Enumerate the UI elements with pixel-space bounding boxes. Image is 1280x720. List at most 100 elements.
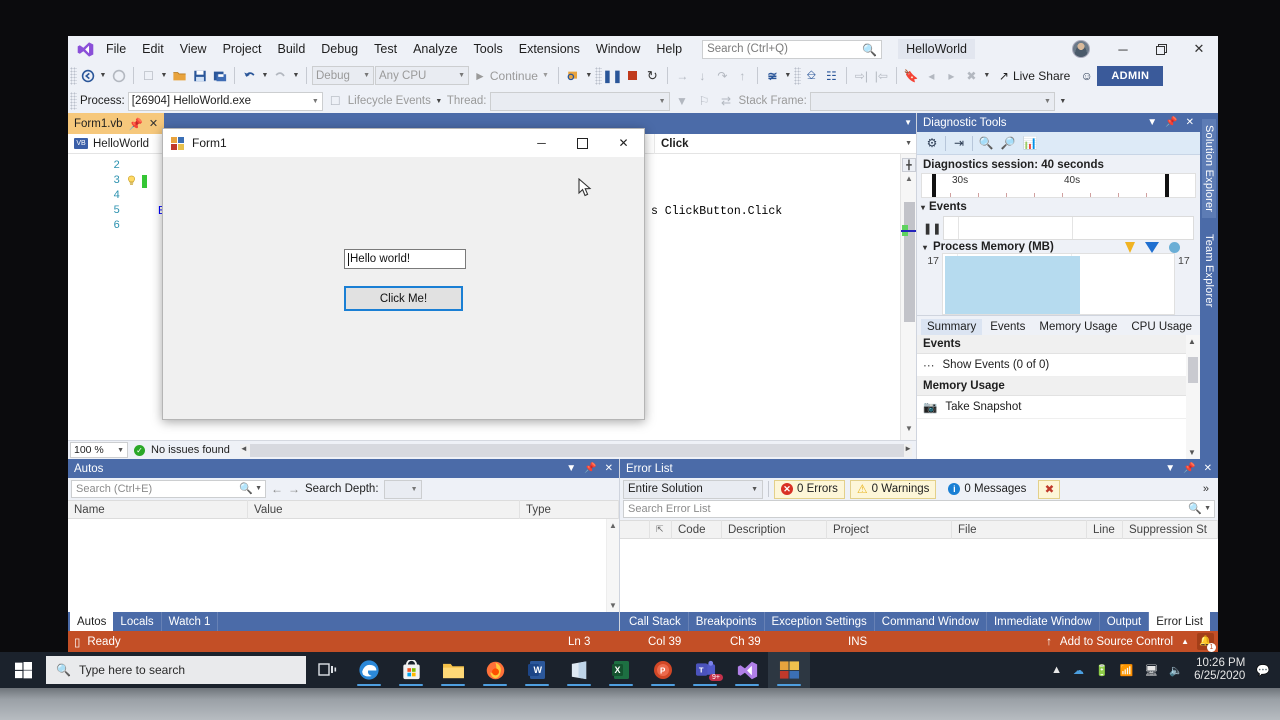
undo-dropdown-icon[interactable]: ▼ (260, 72, 270, 79)
lightbulb-icon[interactable] (126, 175, 137, 186)
thread-combo[interactable]: ▼ (489, 91, 670, 111)
messages-filter-button[interactable]: i 0 Messages (941, 479, 1034, 499)
autos-scrollbar[interactable]: ▲ ▼ (606, 519, 619, 612)
hscrollbar-thumb[interactable] (249, 443, 904, 457)
tab-events[interactable]: Events (984, 319, 1031, 335)
undo-icon[interactable] (240, 66, 259, 86)
continue-button[interactable]: ► Continue ▼ (470, 69, 553, 83)
break-all-icon[interactable]: ❚❚ (602, 66, 622, 86)
editor-horizontal-scrollbar[interactable]: ◄ ► (239, 443, 912, 457)
nav-member-dropdown[interactable]: Click ▼ (654, 133, 916, 154)
restore-button[interactable] (1142, 36, 1180, 62)
reset-view-icon[interactable]: 📊 (1021, 134, 1039, 152)
events-track[interactable] (943, 216, 1194, 240)
scroll-up-icon[interactable]: ▲ (901, 174, 916, 188)
menu-project[interactable]: Project (215, 39, 270, 59)
tab-error-list[interactable]: Error List (1149, 612, 1210, 631)
source-control-upload-icon[interactable]: ↑ (1046, 636, 1052, 648)
column-blank[interactable] (620, 520, 650, 539)
search-prev-icon[interactable]: ← (271, 482, 283, 496)
form1-click-me-button[interactable]: Click Me! (344, 286, 463, 311)
taskbar-word-icon[interactable]: W (516, 652, 558, 688)
taskbar-form-app-icon[interactable] (768, 652, 810, 688)
diagnostics-timeline-ruler[interactable]: 30s 40s (921, 173, 1196, 198)
start-button[interactable] (0, 652, 46, 688)
menu-help[interactable]: Help (648, 39, 690, 59)
taskbar-visual-studio-icon[interactable] (726, 652, 768, 688)
tab-command-window[interactable]: Command Window (875, 612, 987, 631)
form1-close-button[interactable]: ✕ (603, 129, 644, 158)
scroll-left-icon[interactable]: ◄ (240, 444, 248, 453)
panel-dropdown-icon[interactable]: ▼ (1147, 117, 1157, 128)
editor-zoom-select[interactable]: 100 % ▼ (70, 442, 128, 458)
column-description[interactable]: Description (722, 520, 827, 539)
menu-edit[interactable]: Edit (134, 39, 172, 59)
wifi-icon[interactable]: 📶 (1120, 664, 1134, 677)
taskbar-clock[interactable]: 10:26 PM 6/25/2020 (1194, 657, 1245, 683)
menu-debug[interactable]: Debug (313, 39, 366, 59)
error-scope-combo[interactable]: Entire Solution ▼ (623, 479, 763, 499)
process-combo[interactable]: [26904] HelloWorld.exe ▼ (127, 91, 323, 111)
zoom-out-icon[interactable]: 🔎 (999, 134, 1017, 152)
error-list-grid-body[interactable] (620, 539, 1218, 612)
new-project-dropdown-icon[interactable]: ▼ (159, 72, 169, 79)
navigate-back-icon[interactable] (78, 66, 97, 86)
column-name[interactable]: Name (68, 500, 248, 519)
toggle-outline-icon[interactable]: ⎒ (802, 66, 821, 86)
summary-scroll-thumb[interactable] (1188, 357, 1198, 383)
form1-minimize-button[interactable]: ─ (521, 129, 562, 158)
tab-exception-settings[interactable]: Exception Settings (765, 612, 875, 631)
memory-plot-area[interactable] (942, 253, 1175, 315)
chevron-down-icon-error-search[interactable]: ▼ (1204, 505, 1211, 512)
process-toolbar-grip[interactable] (70, 92, 77, 110)
lifecycle-dropdown-icon[interactable]: ▼ (434, 98, 444, 105)
sidebar-item-solution-explorer[interactable]: Solution Explorer (1202, 119, 1216, 219)
close-icon-autos[interactable]: ✕ (605, 463, 613, 474)
column-suppression-state[interactable]: Suppression St (1123, 520, 1218, 539)
tab-memory-usage[interactable]: Memory Usage (1033, 319, 1123, 335)
taskbar-store-icon[interactable] (390, 652, 432, 688)
bookmark-icon[interactable]: 🔖 (902, 66, 921, 86)
menu-file[interactable]: File (98, 39, 134, 59)
menu-test[interactable]: Test (366, 39, 405, 59)
live-share-button[interactable]: ↗ Live Share (993, 69, 1076, 83)
expander-icon-memory[interactable]: ▾ (923, 243, 927, 252)
menu-extensions[interactable]: Extensions (511, 39, 588, 59)
taskbar-powerpoint-icon[interactable]: P (642, 652, 684, 688)
comment-block-icon[interactable]: ☷ (822, 66, 841, 86)
scroll-down-icon-autos[interactable]: ▼ (609, 601, 617, 610)
taskbar-file-explorer-icon[interactable] (432, 652, 474, 688)
column-line[interactable]: Line (1087, 520, 1123, 539)
summary-show-events-row[interactable]: ⋯ Show Events (0 of 0) (917, 354, 1200, 377)
next-statement-dropdown-icon[interactable]: ▼ (783, 72, 793, 79)
taskbar-edge-icon[interactable] (348, 652, 390, 688)
volume-icon[interactable]: 🔈 (1169, 664, 1183, 677)
scrollbar-thumb[interactable] (904, 202, 915, 322)
tab-cpu-usage[interactable]: CPU Usage (1125, 319, 1198, 335)
restart-icon[interactable]: ↻ (643, 66, 662, 86)
expander-icon-events[interactable]: ▾ (921, 203, 925, 212)
scroll-down-icon-summary[interactable]: ▼ (1188, 448, 1196, 457)
minimize-button[interactable]: ─ (1104, 36, 1142, 62)
continue-dropdown-icon[interactable]: ▼ (542, 72, 549, 79)
tab-summary[interactable]: Summary (921, 319, 983, 335)
form1-window[interactable]: Form1 ─ ✕ Hello world! Click Me! (162, 128, 645, 420)
tray-expand-icon[interactable]: ▲ (1051, 664, 1062, 676)
pin-icon-errors[interactable]: 📌 (1183, 463, 1195, 474)
tab-call-stack[interactable]: Call Stack (622, 612, 689, 631)
show-next-statement-icon[interactable]: ≆ (763, 66, 782, 86)
sidebar-item-team-explorer[interactable]: Team Explorer (1202, 228, 1216, 314)
debug-toolbar-overflow-icon[interactable]: ▼ (1058, 98, 1068, 105)
add-to-source-control-label[interactable]: Add to Source Control (1060, 636, 1173, 648)
avatar[interactable] (1072, 40, 1090, 58)
menu-analyze[interactable]: Analyze (405, 39, 465, 59)
form1-title-bar[interactable]: Form1 ─ ✕ (163, 129, 644, 158)
document-tab-overflow-icon[interactable]: ▼ (904, 118, 912, 127)
gear-icon[interactable]: ⚙ (923, 134, 941, 152)
split-view-icon[interactable]: ╋ (902, 158, 916, 172)
menu-window[interactable]: Window (588, 39, 648, 59)
autos-search-input[interactable]: Search (Ctrl+E) 🔍 ▼ (71, 480, 266, 498)
events-section-header[interactable]: ▾ Events (917, 198, 1200, 215)
column-sort-icon[interactable]: ⇱ (650, 520, 672, 539)
onedrive-icon[interactable]: ☁ (1073, 664, 1084, 677)
